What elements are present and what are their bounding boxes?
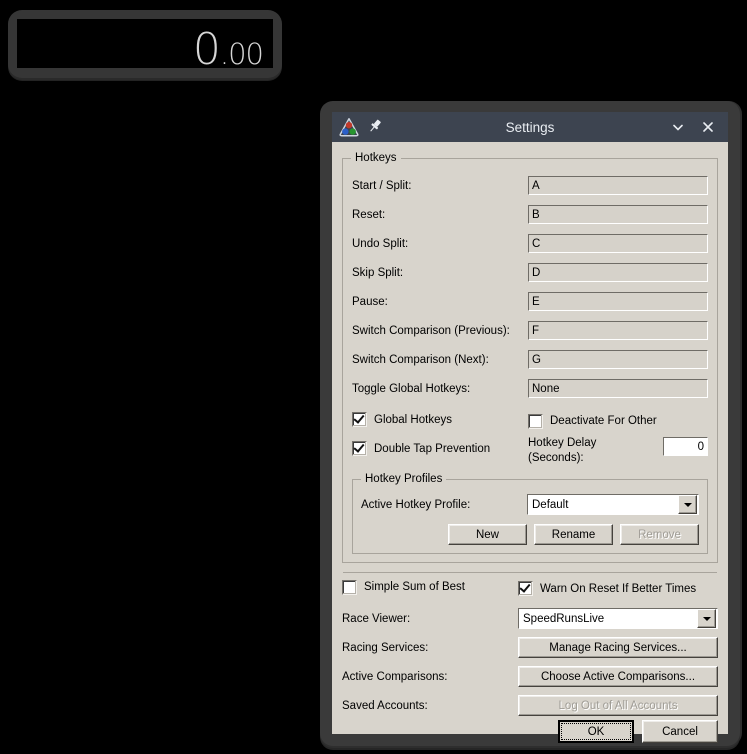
general-checkbox-row: Simple Sum of Best Warn On Reset If Bett… bbox=[342, 573, 718, 604]
checkbox-deactivate-for-other-label: Deactivate For Other bbox=[550, 415, 657, 427]
hotkey-label-toggle-global-hotkeys: Toggle Global Hotkeys: bbox=[352, 382, 471, 395]
race-viewer-select[interactable]: SpeedRunsLive bbox=[518, 608, 718, 629]
racing-services-row: Racing Services: Manage Racing Services.… bbox=[342, 633, 718, 662]
dialog-footer: OK Cancel bbox=[342, 720, 718, 745]
choose-active-comparisons-button[interactable]: Choose Active Comparisons... bbox=[518, 666, 718, 687]
hotkey-row-skip-split: Skip Split: bbox=[352, 258, 708, 287]
double-tap-delay-row: Double Tap Prevention Hotkey Delay (Seco… bbox=[352, 435, 708, 471]
checkbox-simple-sum-of-best-box[interactable] bbox=[342, 579, 357, 595]
hotkey-input-pause[interactable] bbox=[528, 292, 708, 311]
checkbox-simple-sum-of-best[interactable]: Simple Sum of Best bbox=[342, 579, 465, 595]
new-profile-button[interactable]: New bbox=[448, 524, 527, 545]
focus-ring bbox=[561, 723, 631, 740]
hotkey-label-start-split: Start / Split: bbox=[352, 179, 412, 192]
hotkey-profiles-group-title: Hotkey Profiles bbox=[361, 473, 447, 485]
saved-accounts-row: Saved Accounts: Log Out of All Accounts bbox=[342, 691, 718, 720]
title-bar[interactable]: Settings bbox=[332, 112, 728, 142]
checkbox-warn-on-reset-box[interactable] bbox=[518, 581, 533, 596]
hotkey-delay-input[interactable] bbox=[663, 437, 708, 456]
hotkey-delay-label-line2: (Seconds): bbox=[528, 451, 584, 464]
checkbox-double-tap-prevention-label: Double Tap Prevention bbox=[374, 442, 491, 455]
timer-seconds: 0 bbox=[192, 24, 221, 69]
active-hotkey-profile-row: Active Hotkey Profile: Default bbox=[361, 491, 699, 518]
hotkey-label-switch-comparison-next: Switch Comparison (Next): bbox=[352, 353, 489, 366]
hotkey-label-reset: Reset: bbox=[352, 208, 386, 221]
profile-buttons: New Rename Remove bbox=[361, 524, 699, 545]
hotkey-profiles-groupbox: Hotkey Profiles Active Hotkey Profile: D… bbox=[352, 473, 708, 554]
timer-readout: 0.00 bbox=[193, 28, 264, 69]
hotkey-input-skip-split[interactable] bbox=[528, 263, 708, 282]
settings-window-body: Settings Hotkeys Start / Split: A Reset:… bbox=[332, 112, 728, 743]
triangle-down-glyph bbox=[683, 502, 692, 507]
hotkey-label-undo-split: Undo Split: bbox=[352, 237, 409, 250]
hotkey-row-switch-comparison-next: Switch Comparison (Next): bbox=[352, 345, 708, 374]
hotkey-label-pause: Pause: bbox=[352, 295, 388, 308]
chevron-down-icon[interactable] bbox=[678, 495, 697, 514]
hotkey-label-skip-split: Skip Split: bbox=[352, 266, 404, 279]
log-out-of-all-accounts-button: Log Out of All Accounts bbox=[518, 695, 718, 716]
remove-profile-button: Remove bbox=[620, 524, 699, 545]
active-hotkey-profile-value: Default bbox=[532, 498, 569, 511]
hotkey-input-switch-comparison-previous[interactable] bbox=[528, 321, 708, 340]
checkbox-double-tap-prevention[interactable]: Double Tap Prevention bbox=[352, 441, 490, 456]
active-hotkey-profile-label: Active Hotkey Profile: bbox=[361, 498, 471, 511]
settings-window: Settings Hotkeys Start / Split: A Reset:… bbox=[320, 101, 740, 746]
settings-content: Hotkeys Start / Split: Reset: Undo Split… bbox=[332, 142, 728, 753]
active-comparisons-row: Active Comparisons: Choose Active Compar… bbox=[342, 662, 718, 691]
saved-accounts-label: Saved Accounts: bbox=[342, 699, 428, 712]
hotkey-row-reset: Reset: bbox=[352, 200, 708, 229]
checkbox-global-hotkeys[interactable]: Global Hotkeys bbox=[352, 412, 452, 427]
ok-button[interactable]: OK bbox=[558, 720, 634, 743]
chevron-down-icon[interactable] bbox=[668, 117, 688, 137]
timer-fraction: .00 bbox=[219, 37, 264, 69]
triangle-down-glyph bbox=[702, 616, 711, 621]
hotkey-row-pause: Pause: bbox=[352, 287, 708, 316]
livesplit-timer-window[interactable]: 0.00 bbox=[8, 10, 282, 78]
manage-racing-services-button[interactable]: Manage Racing Services... bbox=[518, 637, 718, 658]
checkbox-warn-on-reset[interactable]: Warn On Reset If Better Times bbox=[518, 581, 696, 596]
hotkey-input-start-split[interactable] bbox=[528, 176, 708, 195]
livesplit-icon bbox=[338, 116, 360, 138]
timer-display-area[interactable]: 0.00 bbox=[17, 19, 273, 68]
hotkey-input-undo-split[interactable] bbox=[528, 234, 708, 253]
chevron-down-icon[interactable] bbox=[697, 609, 716, 628]
checkbox-warn-on-reset-label: Warn On Reset If Better Times bbox=[540, 582, 697, 595]
checkbox-global-hotkeys-box[interactable] bbox=[352, 412, 367, 427]
hotkey-row-start-split: Start / Split: bbox=[352, 171, 708, 200]
hotkey-row-toggle-global-hotkeys: Toggle Global Hotkeys: bbox=[352, 374, 708, 403]
checkbox-global-hotkeys-label: Global Hotkeys bbox=[374, 413, 452, 426]
checkbox-double-tap-prevention-box[interactable] bbox=[352, 441, 367, 456]
hotkey-input-switch-comparison-next[interactable] bbox=[528, 350, 708, 369]
active-hotkey-profile-select[interactable]: Default bbox=[527, 494, 699, 515]
racing-services-label: Racing Services: bbox=[342, 641, 429, 654]
checkbox-simple-sum-of-best-label: Simple Sum of Best bbox=[364, 581, 465, 593]
hotkey-input-toggle-global-hotkeys[interactable] bbox=[528, 379, 708, 398]
race-viewer-value: SpeedRunsLive bbox=[523, 612, 605, 625]
hotkey-input-reset[interactable] bbox=[528, 205, 708, 224]
hotkey-row-switch-comparison-previous: Switch Comparison (Previous): bbox=[352, 316, 708, 345]
race-viewer-row: Race Viewer: SpeedRunsLive bbox=[342, 604, 718, 633]
cancel-button[interactable]: Cancel bbox=[642, 720, 718, 743]
pin-icon[interactable] bbox=[366, 117, 386, 137]
checkbox-deactivate-for-other[interactable]: Deactivate For Other bbox=[528, 413, 657, 429]
active-comparisons-label: Active Comparisons: bbox=[342, 670, 448, 683]
window-controls bbox=[668, 117, 724, 137]
hotkey-row-undo-split: Undo Split: bbox=[352, 229, 708, 258]
hotkey-delay-label: Hotkey Delay (Seconds): bbox=[528, 435, 663, 465]
hotkey-delay-label-line1: Hotkey Delay bbox=[528, 437, 597, 449]
rename-profile-button[interactable]: Rename bbox=[534, 524, 613, 545]
checkbox-deactivate-for-other-box[interactable] bbox=[528, 413, 543, 429]
hotkeys-group-title: Hotkeys bbox=[351, 152, 401, 164]
close-icon[interactable] bbox=[698, 117, 718, 137]
hotkeys-groupbox: Hotkeys Start / Split: Reset: Undo Split… bbox=[342, 152, 718, 563]
global-hotkeys-row: Global Hotkeys Deactivate For Other bbox=[352, 407, 708, 435]
race-viewer-label: Race Viewer: bbox=[342, 612, 411, 625]
hotkey-label-switch-comparison-previous: Switch Comparison (Previous): bbox=[352, 324, 510, 337]
